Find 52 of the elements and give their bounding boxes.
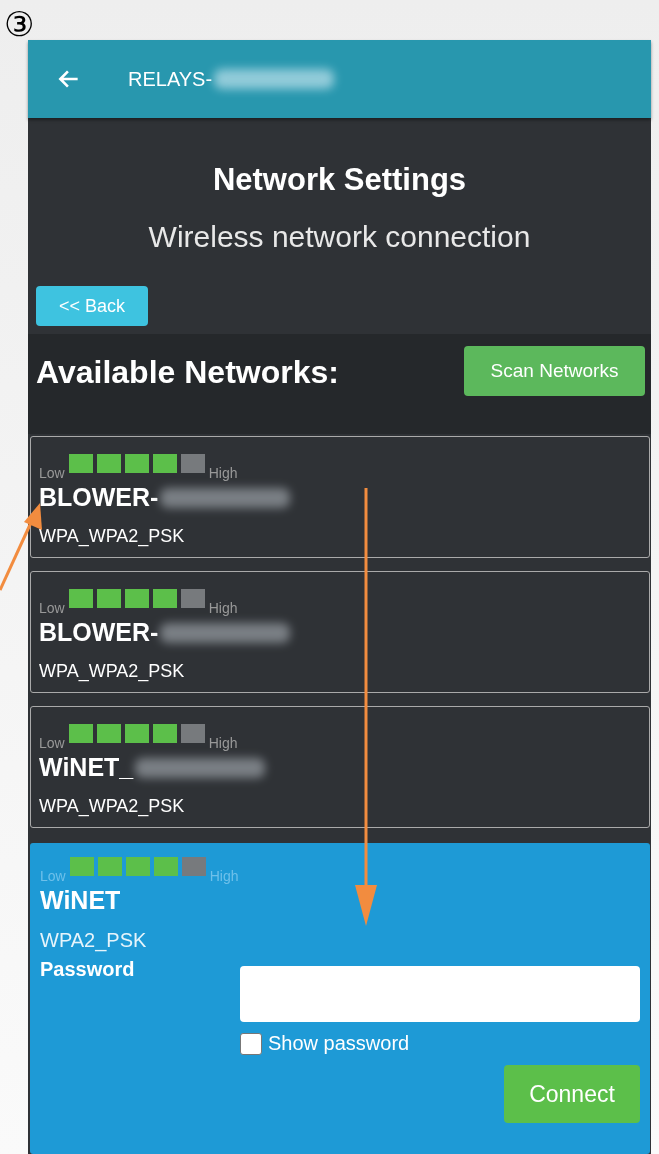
- network-name: WiNET_: [39, 753, 134, 782]
- signal-bar: [124, 454, 149, 473]
- signal-bar: [68, 589, 93, 608]
- section-heading: Available Networks:: [36, 354, 339, 391]
- network-name: BLOWER-: [39, 483, 159, 512]
- signal-bar: [124, 589, 149, 608]
- password-field[interactable]: [240, 966, 640, 1022]
- security-type: WPA_WPA2_PSK: [39, 661, 186, 682]
- low-label: Low: [39, 735, 65, 751]
- network-name: BLOWER-: [39, 618, 159, 647]
- network-name: WiNET: [40, 886, 121, 915]
- network-item[interactable]: Low High WiNET WPA2_PSK Password Show password Connect: [30, 843, 650, 1154]
- checkbox-label: Show password: [268, 1032, 410, 1055]
- low-label: Low: [39, 600, 65, 616]
- security-type: WPA_WPA2_PSK: [39, 526, 186, 547]
- signal-bar: [181, 857, 206, 876]
- signal-bar: [152, 724, 177, 743]
- signal-bar: [96, 454, 121, 473]
- high-label: High: [209, 868, 239, 884]
- high-label: High: [208, 600, 238, 616]
- app-title: RELAYS-: [128, 67, 213, 91]
- signal-bar: [124, 724, 149, 743]
- password-label: Password: [40, 958, 136, 982]
- signal-bar: [68, 724, 93, 743]
- signal-bar: [153, 857, 178, 876]
- scan-networks-button[interactable]: Scan Networks: [464, 346, 645, 396]
- low-label: Low: [39, 465, 65, 481]
- high-label: High: [208, 465, 238, 481]
- page-subtitle: Wireless network connection: [148, 220, 531, 254]
- step-number: ③: [4, 6, 35, 42]
- signal-bar: [180, 454, 205, 473]
- signal-bar: [96, 724, 121, 743]
- signal-bar: [180, 589, 205, 608]
- signal-bar: [96, 589, 121, 608]
- signal-bar: [125, 857, 150, 876]
- page-title: Network Settings: [212, 162, 467, 198]
- high-label: High: [208, 735, 238, 751]
- network-item[interactable]: Low High BLOWER- WPA_WPA2_PSK: [30, 436, 650, 558]
- signal-bar: [68, 454, 93, 473]
- network-item[interactable]: Low High WiNET_ WPA_WPA2_PSK: [30, 706, 650, 828]
- signal-bar: [180, 724, 205, 743]
- security-type: WPA2_PSK: [40, 929, 148, 952]
- signal-bar: [97, 857, 122, 876]
- back-button[interactable]: << Back: [36, 286, 148, 326]
- checkbox[interactable]: [240, 1032, 262, 1055]
- connect-button[interactable]: Connect: [504, 1065, 640, 1123]
- signal-bar: [69, 857, 94, 876]
- network-item[interactable]: Low High BLOWER- WPA_WPA2_PSK: [30, 571, 650, 693]
- signal-bar: [152, 589, 177, 608]
- low-label: Low: [40, 868, 66, 884]
- signal-bar: [152, 454, 177, 473]
- security-type: WPA_WPA2_PSK: [39, 796, 186, 817]
